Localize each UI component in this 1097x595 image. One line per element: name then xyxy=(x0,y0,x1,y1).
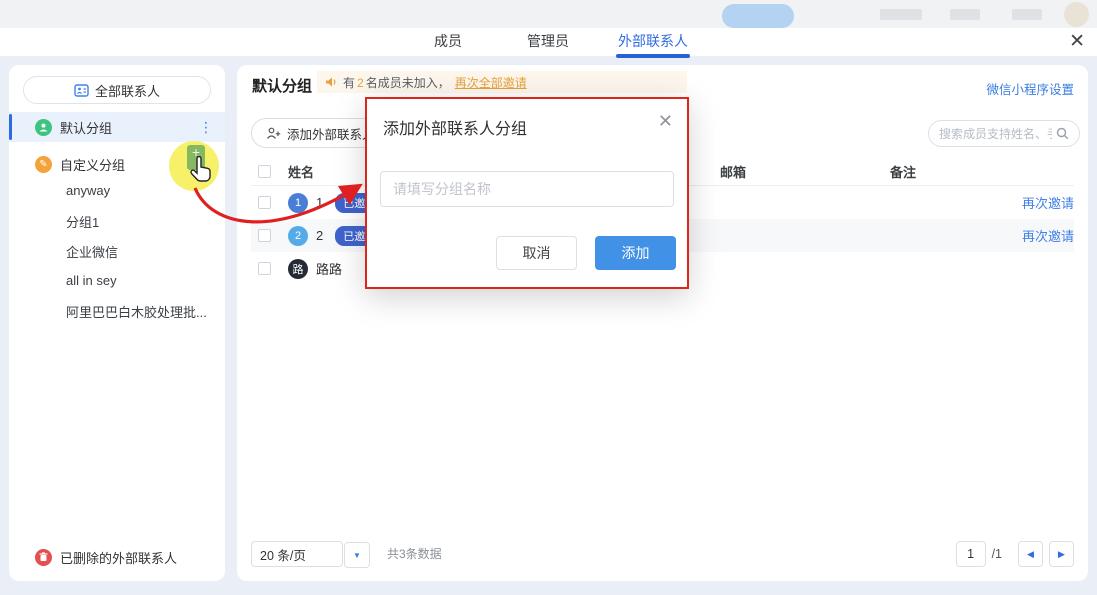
avatar: 路 xyxy=(288,259,308,279)
more-options-icon[interactable]: ⋮ xyxy=(199,119,213,136)
all-contacts-label: 全部联系人 xyxy=(95,81,160,100)
warning-banner: 有2名成员未加入， 再次全部邀请 xyxy=(317,71,687,93)
speaker-icon xyxy=(325,76,338,88)
invite-again-link[interactable]: 再次邀请 xyxy=(1022,229,1074,244)
group-avatar-icon xyxy=(35,119,52,136)
row-checkbox[interactable] xyxy=(258,196,271,209)
sidebar-item-alibaba[interactable]: 阿里巴巴白木胶处理批... xyxy=(66,302,207,321)
prev-page-button[interactable]: ◀ xyxy=(1018,541,1043,567)
trash-icon xyxy=(35,549,52,566)
tab-admins[interactable]: 管理员 xyxy=(527,31,569,51)
search-box xyxy=(928,120,1080,147)
search-input[interactable] xyxy=(939,127,1052,141)
contact-name: 1 xyxy=(316,195,323,210)
search-icon[interactable] xyxy=(1056,127,1069,140)
tab-external-contacts[interactable]: 外部联系人 xyxy=(618,31,688,51)
close-icon[interactable]: ✕ xyxy=(1069,30,1085,53)
select-all-checkbox[interactable] xyxy=(258,165,271,178)
cancel-button[interactable]: 取消 xyxy=(496,236,577,270)
add-group-dialog: 添加外部联系人分组 ✕ 取消 添加 xyxy=(365,97,689,289)
avatar: 1 xyxy=(288,193,308,213)
sidebar-item-anyway[interactable]: anyway xyxy=(66,183,110,198)
row-checkbox[interactable] xyxy=(258,262,271,275)
sidebar-item-all-in-sey[interactable]: all in sey xyxy=(66,273,117,288)
background-page-strip xyxy=(0,0,1097,28)
page-number-input[interactable] xyxy=(956,541,986,567)
invite-all-again-link[interactable]: 再次全部邀请 xyxy=(455,74,527,91)
group-name-input[interactable] xyxy=(380,171,674,207)
page-title: 默认分组 xyxy=(252,75,312,96)
uninvited-count: 2 xyxy=(357,76,364,90)
add-person-icon xyxy=(266,127,281,140)
page-size-value: 20 条/页 xyxy=(260,545,306,564)
pagination: /1 ◀ ▶ xyxy=(956,541,1074,567)
deleted-contacts-label: 已删除的外部联系人 xyxy=(60,548,177,567)
selected-indicator xyxy=(9,114,12,140)
total-records-label: 共3条数据 xyxy=(387,545,442,562)
invite-again-link[interactable]: 再次邀请 xyxy=(1022,196,1074,211)
miniprogram-settings-link[interactable]: 微信小程序设置 xyxy=(986,79,1074,98)
background-pill xyxy=(722,4,794,28)
default-group-label: 默认分组 xyxy=(60,118,112,137)
dialog-close-icon[interactable]: ✕ xyxy=(658,111,673,132)
sidebar-item-deleted-contacts[interactable]: 已删除的外部联系人 xyxy=(9,542,225,572)
add-external-contact-label: 添加外部联系人 xyxy=(287,124,375,143)
edit-pencil-icon: ✎ xyxy=(35,156,52,173)
sidebar-item-default-group[interactable]: 默认分组 ⋮ xyxy=(9,112,225,142)
header-remark: 备注 xyxy=(890,162,988,181)
background-ghost xyxy=(950,9,980,20)
sidebar-item-wecom[interactable]: 企业微信 xyxy=(66,242,118,261)
background-avatar xyxy=(1064,2,1089,27)
contacts-card-icon xyxy=(74,84,89,97)
header-email: 邮箱 xyxy=(720,162,890,181)
confirm-add-button[interactable]: 添加 xyxy=(595,236,676,270)
contact-name: 路路 xyxy=(316,259,342,278)
dialog-title: 添加外部联系人分组 xyxy=(383,115,527,139)
chevron-down-icon[interactable]: ▼ xyxy=(344,542,370,568)
tab-bar: 成员 管理员 外部联系人 ✕ xyxy=(0,28,1097,56)
active-tab-underline xyxy=(616,54,690,58)
contact-name: 2 xyxy=(316,228,323,243)
page-size-select[interactable]: 20 条/页 ▼ xyxy=(251,541,343,567)
background-ghost xyxy=(1012,9,1042,20)
avatar: 2 xyxy=(288,226,308,246)
row-checkbox[interactable] xyxy=(258,229,271,242)
tab-members[interactable]: 成员 xyxy=(434,31,462,51)
add-group-plus-button[interactable]: + xyxy=(187,145,205,170)
background-ghost xyxy=(880,9,922,20)
sidebar-item-group1[interactable]: 分组1 xyxy=(66,212,99,231)
all-contacts-button[interactable]: 全部联系人 xyxy=(23,76,211,104)
warning-text: 有2名成员未加入， xyxy=(343,74,450,91)
custom-group-label: 自定义分组 xyxy=(60,155,125,174)
next-page-button[interactable]: ▶ xyxy=(1049,541,1074,567)
page-total-label: /1 xyxy=(992,547,1002,561)
